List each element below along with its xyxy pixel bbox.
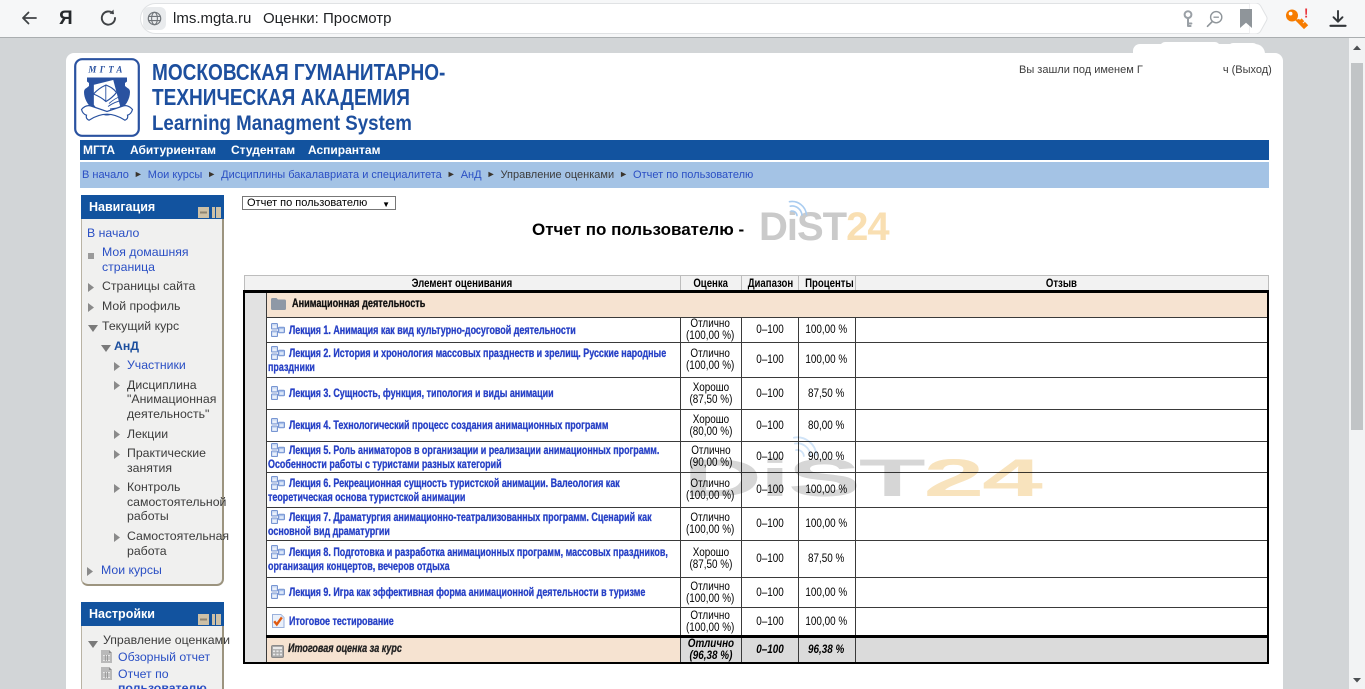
- svg-text:!: !: [1304, 8, 1308, 21]
- svg-text:МГТА: МГТА: [87, 65, 125, 75]
